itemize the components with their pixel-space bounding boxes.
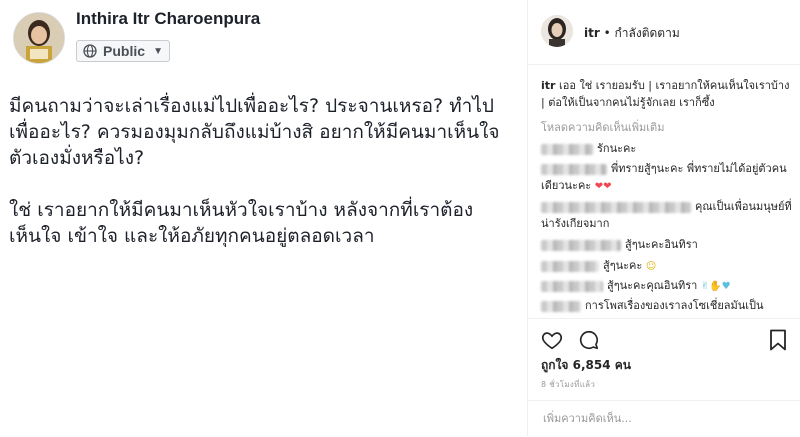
comment: รักนะคะ [541,140,796,157]
chevron-down-icon: ▼ [153,45,163,57]
post-timestamp: 8 ชั่วโมงที่แล้ว [541,380,596,389]
comment: คุณเป็นเพื่อนมนุษย์ที่น่ารังเกียจมาก [541,198,796,232]
blurred-username [541,143,593,155]
post-paragraph: ใช่ เราอยากให้มีคนมาเห็นหัวใจเราบ้าง หลั… [9,199,474,247]
bookmark-icon[interactable] [769,329,787,351]
add-comment-input[interactable] [541,407,785,429]
instagram-panel: itr • กำลังติดตาม itr เออ ใช่ เรายอมรับ … [527,0,800,436]
comment-text: การโพสเรื่องของเราลงโซเชี่ยลมันเป็น [585,299,764,312]
comment-text: สู้ๆนะคะ [603,259,643,272]
follow-status[interactable]: • กำลังติดตาม [604,26,680,40]
post-header: itr • กำลังติดตาม [528,0,800,65]
comment-text: สู้ๆนะคะคุณอินทิรา [607,279,698,292]
post-paragraph: มีคนถามว่าจะเล่าเรื่องแม่ไปเพื่ออะไร? ปร… [9,95,500,169]
load-more-comments-link[interactable]: โหลดความคิดเห็นเพิ่มเติม [541,118,664,136]
blurred-username [541,260,599,272]
smile-emoji: ☺ [645,261,657,272]
caption-text: เออ ใช่ เรายอมรับ | เราอยากให้คนเห็นใจเร… [541,79,790,109]
author-avatar[interactable] [13,12,65,64]
comment-text: รักนะคะ [597,142,637,155]
hands-heart-emoji: ✌✋♥ [700,281,731,292]
privacy-selector[interactable]: Public ▼ [76,40,170,62]
comment: สู้ๆนะคะคุณอินทิรา ✌✋♥ [541,277,796,295]
post-caption: itr เออ ใช่ เรายอมรับ | เราอยากให้คนเห็น… [541,77,796,111]
blurred-username [541,300,581,312]
post-text: มีคนถามว่าจะเล่าเรื่องแม่ไปเพื่ออะไร? ปร… [9,93,509,249]
profile-username[interactable]: itr [584,26,600,40]
profile-avatar[interactable] [541,15,573,47]
blurred-username [541,280,603,292]
comment: การโพสเรื่องของเราลงโซเชี่ยลมันเป็น [541,297,796,314]
globe-icon [83,44,97,58]
likes-count[interactable]: ถูกใจ 6,854 คน [541,356,631,375]
privacy-label: Public [103,43,146,59]
caption-username[interactable]: itr [541,79,555,92]
comment-text: สู้ๆนะคะอินทิรา [625,238,698,251]
comment: สู้ๆนะคะ ☺ [541,257,796,275]
heart-emoji: ❤❤ [594,181,612,192]
add-comment-bar [528,400,800,437]
author-name[interactable]: Inthira Itr Charoenpura [76,9,260,29]
action-bar [528,318,800,359]
header-text: itr • กำลังติดตาม [584,24,680,43]
comment: พี่ทรายสู้ๆนะคะ พี่ทรายไม่ได้อยู่ตัวคนเด… [541,160,796,195]
blurred-username [541,163,607,175]
blurred-username [541,201,691,213]
heart-icon[interactable] [541,329,563,351]
blurred-username [541,239,621,251]
comment-icon[interactable] [578,329,600,351]
comment: สู้ๆนะคะอินทิรา [541,236,796,253]
